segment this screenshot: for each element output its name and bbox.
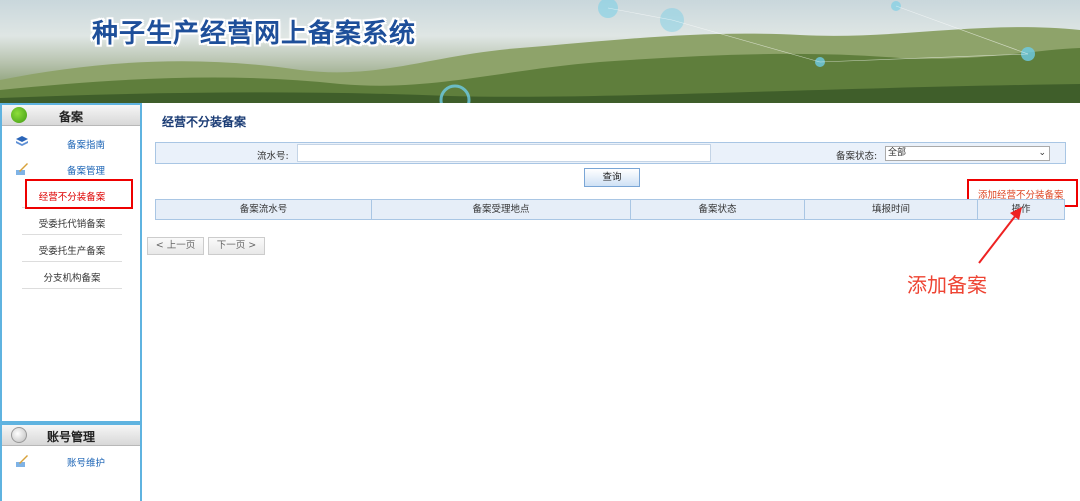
main-content: 经营不分装备案 流水号: 备案状态: 全部 ⌄ 查询 添加经营不分装备案 备案流…: [142, 103, 1080, 501]
sidebar-item-label: 分支机构备案: [43, 273, 101, 284]
sidebar-item-label: 受委托代销备案: [38, 219, 106, 230]
sidebar-section-header: 备案: [2, 105, 140, 126]
sidebar-item-account-maintain[interactable]: 账号维护: [2, 449, 140, 473]
sidebar-item-label: 备案指南: [66, 140, 105, 151]
sidebar-item-label: 受委托生产备案: [38, 246, 106, 257]
edit-icon: [16, 163, 28, 175]
edit-icon: [16, 455, 28, 467]
header-banner: 种子生产经营网上备案系统: [0, 0, 1080, 103]
sidebar-item-manage[interactable]: 备案管理: [2, 157, 140, 181]
annotation-arrow: [978, 207, 1022, 264]
app-title: 种子生产经营网上备案系统: [92, 19, 417, 49]
sidebar-section-title: 账号管理: [46, 430, 95, 444]
annotation-label: 添加备案: [907, 273, 987, 297]
book-icon: [16, 136, 28, 146]
sidebar-item-guide[interactable]: 备案指南: [2, 131, 140, 155]
highlight-box-active-item: [25, 179, 133, 209]
sidebar-panel-account: 账号管理 账号维护: [0, 423, 142, 501]
sidebar-item-label: 账号维护: [66, 458, 105, 469]
sidebar-section-title: 备案: [58, 110, 83, 124]
sidebar-section-header: 账号管理: [2, 425, 140, 446]
sidebar-item-label: 备案管理: [66, 166, 105, 177]
sidebar-item-branch[interactable]: 分支机构备案: [22, 262, 122, 289]
sidebar-item-consignment-sale[interactable]: 受委托代销备案: [22, 208, 122, 235]
sidebar: 备案 备案指南 备案管理 经营不分装备案 受委托代销备案 受委托生产备案 分支机…: [0, 103, 142, 501]
sidebar-panel-filing: 备案 备案指南 备案管理 经营不分装备案 受委托代销备案 受委托生产备案 分支机…: [0, 103, 142, 423]
sidebar-item-consignment-production[interactable]: 受委托生产备案: [22, 235, 122, 262]
